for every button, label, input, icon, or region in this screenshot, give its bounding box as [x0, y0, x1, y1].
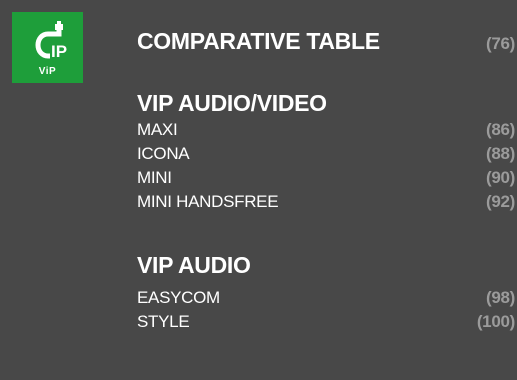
- toc-item-page: (98): [485, 288, 515, 307]
- section-title-vip-audio: VIP AUDIO: [137, 252, 251, 278]
- section-title-vip-audio-video: VIP AUDIO/VIDEO: [137, 90, 327, 116]
- toc-item-label: STYLE: [137, 312, 190, 331]
- badge-label: ViP: [38, 66, 57, 77]
- toc-item-label: ICONA: [137, 144, 190, 163]
- toc-item-label: MAXI: [137, 120, 178, 139]
- toc-item-maxi[interactable]: MAXI (86): [137, 118, 515, 142]
- toc-item-icona[interactable]: ICONA (88): [137, 142, 515, 166]
- toc-item-label: EASYCOM: [137, 288, 220, 307]
- toc-item-label: MINI HANDSFREE: [137, 192, 279, 211]
- toc-item-page: (100): [476, 312, 515, 331]
- table-of-contents: COMPARATIVE TABLE (76) VIP AUDIO/VIDEO M…: [137, 26, 515, 334]
- toc-entry-page: (76): [485, 34, 515, 53]
- toc-item-page: (90): [485, 168, 515, 187]
- toc-entry-comparative-table[interactable]: COMPARATIVE TABLE (76): [137, 26, 515, 56]
- toc-item-style[interactable]: STYLE (100): [137, 310, 515, 334]
- vip-category-badge: IP ViP: [12, 12, 83, 83]
- toc-item-page: (92): [485, 192, 515, 211]
- toc-item-page: (86): [485, 120, 515, 139]
- toc-item-easycom[interactable]: EASYCOM (98): [137, 286, 515, 310]
- toc-entry-label: COMPARATIVE TABLE: [137, 28, 380, 54]
- toc-item-label: MINI: [137, 168, 172, 187]
- svg-text:IP: IP: [51, 42, 67, 61]
- toc-item-mini-handsfree[interactable]: MINI HANDSFREE (92): [137, 190, 515, 214]
- toc-item-page: (88): [485, 144, 515, 163]
- toc-item-mini[interactable]: MINI (90): [137, 166, 515, 190]
